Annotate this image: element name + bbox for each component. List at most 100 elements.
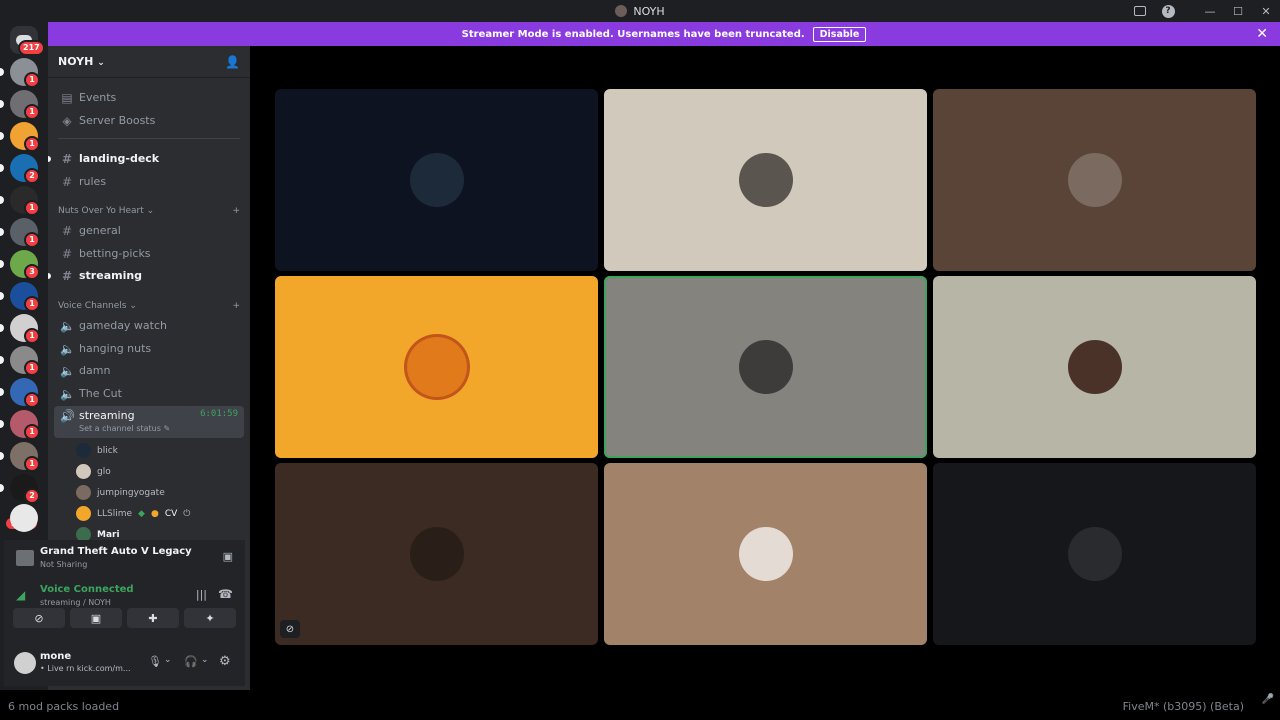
close-window-button[interactable]: ✕ [1252,0,1280,22]
unread-pill [0,260,4,268]
server-header[interactable]: NOYH ⌄ 👤 [48,46,250,78]
video-tile[interactable] [604,463,927,645]
voice-user[interactable]: blick [76,443,118,458]
noise-suppression-icon[interactable]: ||| [196,588,207,601]
voice-channel-damn[interactable]: 🔈 damn [54,360,244,381]
voice-channel-hanging-nuts[interactable]: 🔈 hanging nuts [54,338,244,359]
minimize-button[interactable]: — [1196,0,1224,22]
server-badge: 2 [24,488,40,504]
streamer-mode-banner: Streamer Mode is enabled. Usernames have… [48,22,1280,46]
game-icon [16,550,34,566]
video-tile[interactable] [275,463,598,645]
video-tile[interactable] [604,276,927,458]
soundboard-button[interactable]: ✦ [184,608,236,628]
help-icon[interactable]: ? [1154,0,1182,22]
username: mone [40,651,72,662]
server-badge: 1 [24,200,40,216]
channel-label: general [79,224,121,237]
server-badge: 1 [24,392,40,408]
window-title: NOYH [615,5,665,18]
voice-channel-gameday-watch[interactable]: 🔈 gameday watch [54,315,244,336]
microphone-icon[interactable]: 🎙 [148,655,162,668]
channel-landing-deck[interactable]: # landing-deck [54,148,244,169]
voice-channel-streaming[interactable]: 🔊 streaming Set a channel status ✎ 6:01:… [54,406,244,438]
unread-pill [0,196,4,204]
screen-share-icon: ▣ [90,611,102,625]
server-icon[interactable] [10,504,38,532]
maximize-button[interactable]: ☐ [1224,0,1252,22]
voice-channel-the-cut[interactable]: 🔈 The Cut [54,383,244,404]
hash-icon: # [61,174,73,189]
video-tile[interactable] [933,276,1256,458]
pencil-icon[interactable]: ✎ [163,424,170,433]
add-member-icon[interactable]: 👤 [225,55,240,69]
server-badge: 1 [24,296,40,312]
voice-status: Voice Connected [40,584,134,595]
disconnect-icon[interactable]: ☎ [218,587,233,601]
server-badge: 2 [24,168,40,184]
participant-avatar [409,527,464,581]
soundboard-icon: ✦ [205,611,215,625]
participant-avatar [738,153,793,207]
video-tile[interactable] [933,463,1256,645]
unread-indicator [48,156,51,162]
share-screen-icon[interactable]: ▣ [223,550,233,563]
server-name: NOYH [58,55,94,68]
voice-timer: 6:01:59 [200,409,238,419]
voice-user-name: blick [97,445,118,456]
add-channel-icon[interactable]: + [232,301,240,311]
disable-streamer-mode-button[interactable]: Disable [812,26,867,42]
channel-rules[interactable]: # rules [54,171,244,192]
screen-share-button[interactable]: ▣ [70,608,122,628]
signal-icon[interactable]: ◢ [16,588,25,602]
chevron-down-icon[interactable]: ⌄ [164,655,172,665]
voice-user-name: Mari [97,529,120,540]
category-header[interactable]: Voice Channels ⌄ + [58,301,240,311]
close-banner-icon[interactable]: ✕ [1256,26,1268,42]
activity-panel: Grand Theft Auto V Legacy Not Sharing ▣ [4,540,245,578]
channel-general[interactable]: # general [54,220,244,241]
participant-avatar [409,153,464,207]
server-badge: 1 [24,360,40,376]
voice-channel-link[interactable]: streaming / NOYH [40,598,111,607]
mod-packs-status: 6 mod packs loaded [8,700,120,713]
badge-icon: ● [150,508,159,519]
voice-user-name: jumpingyogate [97,487,165,498]
video-tile[interactable] [275,276,598,458]
speaker-icon: 🔈 [60,363,75,378]
video-tile[interactable] [275,89,598,271]
status-bar: 6 mod packs loaded FiveM* (b3095) (Beta) [0,690,1280,720]
headphones-icon[interactable]: 🎧 [184,655,198,668]
game-title: Grand Theft Auto V Legacy [40,546,192,557]
user-avatar[interactable] [14,652,36,674]
game-sharing-status: Not Sharing [40,560,88,569]
voice-user[interactable]: glo [76,464,111,479]
video-tile[interactable] [933,89,1256,271]
voice-user[interactable]: LLSlime ◆ ● CV ⏻ [76,506,190,521]
inbox-icon[interactable] [1126,0,1154,22]
activities-button[interactable]: ✚ [127,608,179,628]
home-badge: 217 [18,40,45,56]
category-label: Voice Channels [58,301,127,311]
category-header[interactable]: Nuts Over Yo Heart ⌄ + [58,206,240,216]
chevron-down-icon[interactable]: ⌄ [201,655,209,665]
channel-betting-picks[interactable]: # betting-picks [54,243,244,264]
unread-pill [0,420,4,428]
hide-video-icon[interactable]: ⊘ [280,620,300,638]
add-channel-icon[interactable]: + [232,206,240,216]
unread-pill [0,484,4,492]
category-label: Nuts Over Yo Heart [58,206,144,216]
camera-off-button[interactable]: ⊘ [13,608,65,628]
server-avatar-icon [615,5,628,17]
boost-icon: ◈ [62,113,72,128]
channel-status[interactable]: Set a channel status [79,424,161,433]
hash-icon: # [61,268,73,283]
server-boosts-item[interactable]: ◈ Server Boosts [54,110,244,131]
events-item[interactable]: ▤ Events [54,87,244,108]
server-boosts-label: Server Boosts [79,114,156,127]
unread-pill [0,388,4,396]
channel-streaming-text[interactable]: # streaming [54,265,244,286]
voice-user[interactable]: jumpingyogate [76,485,165,500]
video-tile[interactable] [604,89,927,271]
gear-icon[interactable]: ⚙ [219,654,231,669]
